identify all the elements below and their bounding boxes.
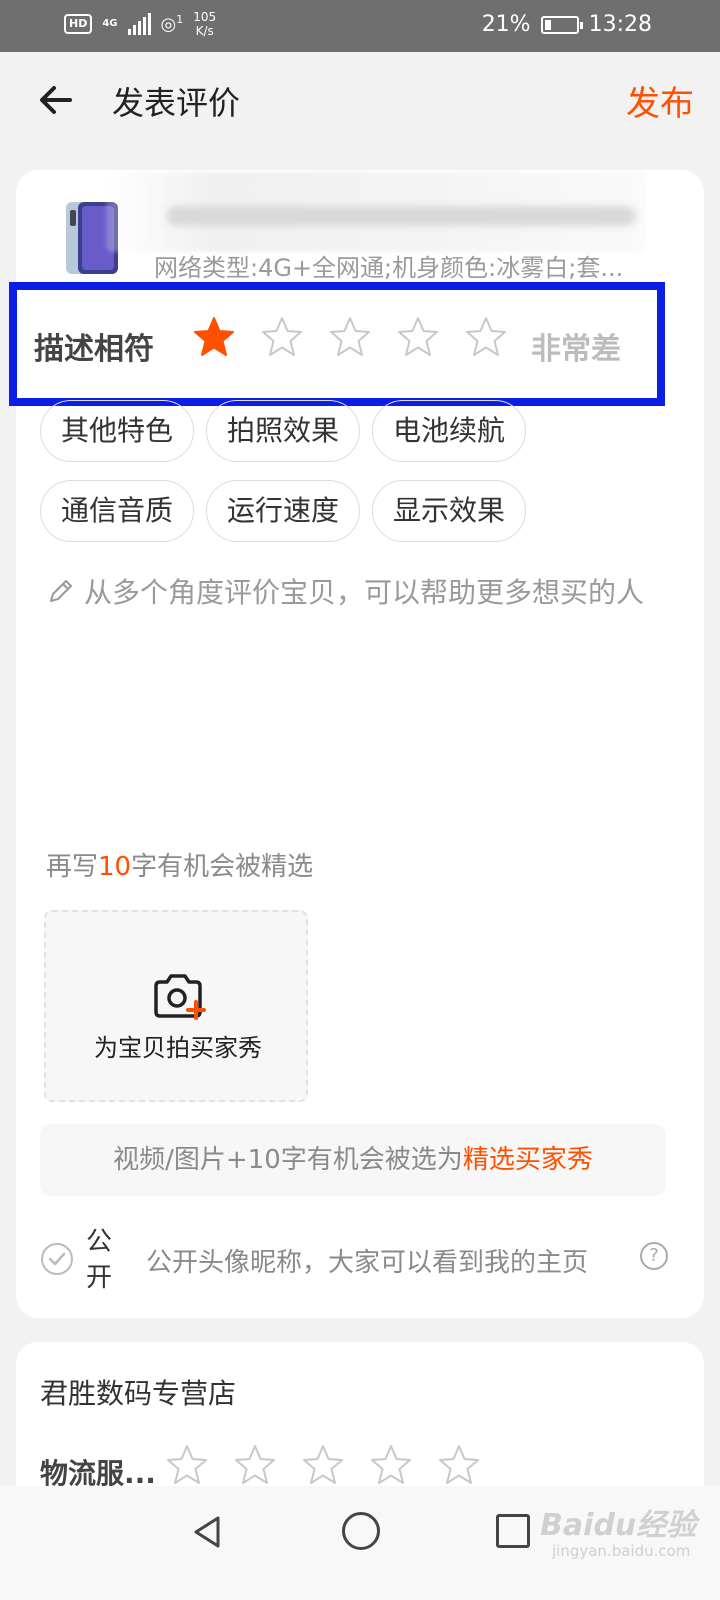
star-icon[interactable] <box>397 316 439 358</box>
star-icon[interactable] <box>438 1444 480 1486</box>
hint-prefix: 再写 <box>46 852 99 882</box>
promo-banner: 视频/图片+10字有机会被选为精选买家秀 <box>40 1124 666 1196</box>
battery-percent: 21% <box>481 12 531 37</box>
speed-value: 105 <box>193 10 217 24</box>
star-icon[interactable] <box>329 316 371 358</box>
rating-highlight-box: 描述相符 非常差 <box>9 282 665 406</box>
promo-highlight: 精选买家秀 <box>462 1145 593 1175</box>
shop-name: 君胜数码专营店 <box>40 1377 237 1410</box>
word-count-hint: 再写10字有机会被精选 <box>46 846 313 883</box>
logistics-stars <box>166 1444 480 1486</box>
publish-button[interactable]: 发布 <box>626 76 694 125</box>
header: 发表评价 发布 <box>0 52 720 148</box>
comment-input[interactable]: 从多个角度评价宝贝，可以帮助更多想买的人 <box>46 568 666 618</box>
nav-back-icon[interactable] <box>188 1512 228 1552</box>
nav-home-icon[interactable] <box>342 1512 380 1550</box>
public-toggle-row[interactable]: 公开 公开头像昵称，大家可以看到我的主页 ? <box>40 1220 680 1300</box>
hint-suffix: 字有机会被精选 <box>131 852 314 882</box>
back-arrow-icon[interactable] <box>36 80 76 120</box>
battery-icon <box>540 15 583 34</box>
tag-chip[interactable]: 其他特色 <box>40 400 195 462</box>
star-icon[interactable] <box>261 316 303 358</box>
review-card: 网络类型:4G+全网通;机身颜色:冰雾白;套... 描述相符 非常差 其他特色拍… <box>9 170 704 1318</box>
product-title-blurred <box>106 172 646 252</box>
clock: 13:28 <box>588 12 652 37</box>
signal-icon <box>127 13 151 35</box>
tag-chip[interactable]: 显示效果 <box>372 480 527 542</box>
public-label: 公开 <box>86 1227 113 1293</box>
public-description: 公开头像昵称，大家可以看到我的主页 <box>146 1248 589 1278</box>
navigation-bar: Baidu经验 jingyan.baidu.com <box>0 1486 720 1600</box>
star-icon[interactable] <box>370 1444 412 1486</box>
camera-icon <box>154 974 206 1020</box>
watermark-url: jingyan.baidu.com <box>552 1542 691 1560</box>
hd-badge: HD <box>64 14 93 34</box>
check-circle-icon[interactable] <box>40 1242 74 1276</box>
comment-placeholder: 从多个角度评价宝贝，可以帮助更多想买的人 <box>84 576 645 609</box>
product-specs: 网络类型:4G+全网通;机身颜色:冰雾白;套... <box>154 254 624 282</box>
add-photo-button[interactable]: 为宝贝拍买家秀 <box>44 910 308 1102</box>
tag-chip[interactable]: 运行速度 <box>206 480 361 542</box>
add-photo-label: 为宝贝拍买家秀 <box>94 1034 262 1062</box>
star-icon[interactable] <box>166 1444 208 1486</box>
network-speed: 105 K/s <box>193 10 216 38</box>
wifi-badge: 1 <box>176 13 184 26</box>
tag-list: 其他特色 拍照效果 电池续航通信音质 运行速度 显示效果 <box>40 400 660 542</box>
star-icon[interactable] <box>302 1444 344 1486</box>
star-icon[interactable] <box>234 1444 276 1486</box>
help-icon[interactable]: ? <box>640 1242 668 1270</box>
tag-chip[interactable]: 拍照效果 <box>206 400 361 462</box>
description-rating-label: 描述相符 <box>34 332 154 367</box>
rating-text: 非常差 <box>531 332 621 367</box>
status-bar: HD 4G ◎1 105 K/s 21% 13:28 <box>0 0 720 52</box>
watermark-logo: Baidu经验 <box>540 1508 697 1543</box>
star-icon[interactable] <box>193 316 235 358</box>
pencil-icon <box>50 580 72 602</box>
promo-text: 视频/图片+10字有机会被选为 <box>113 1145 463 1175</box>
tag-chip[interactable]: 通信音质 <box>40 480 195 542</box>
wifi-icon: ◎1 <box>160 13 184 35</box>
tag-chip[interactable]: 电池续航 <box>372 400 527 462</box>
description-stars <box>193 316 507 358</box>
speed-unit: K/s <box>195 24 214 38</box>
star-icon[interactable] <box>465 316 507 358</box>
network-type: 4G <box>102 18 118 29</box>
page-title: 发表评价 <box>112 84 241 122</box>
hint-number: 10 <box>98 852 132 882</box>
nav-recent-icon[interactable] <box>496 1514 530 1548</box>
